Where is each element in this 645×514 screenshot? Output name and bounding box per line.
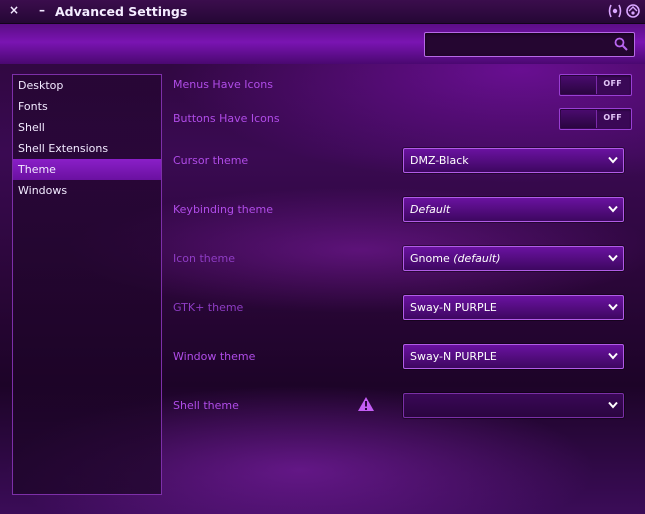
cursor-theme-combo[interactable]: DMZ-Black — [403, 148, 624, 173]
window-theme-label: Window theme — [173, 350, 256, 363]
minimize-button[interactable]: – — [33, 3, 51, 17]
cursor-theme-label: Cursor theme — [173, 154, 249, 167]
sidebar-item-windows[interactable]: Windows — [13, 180, 161, 201]
close-button[interactable]: × — [5, 3, 23, 17]
gtk-theme-label: GTK+ theme — [173, 301, 244, 314]
warning-icon — [358, 397, 374, 411]
combo-value: Default — [410, 203, 450, 216]
buttons-have-icons-label: Buttons Have Icons — [173, 112, 280, 125]
search-icon[interactable] — [614, 37, 628, 51]
combo-value: DMZ-Black — [410, 154, 469, 167]
chevron-down-icon — [608, 254, 618, 262]
window-title: Advanced Settings — [55, 4, 188, 19]
switch-state-label: OFF — [603, 113, 622, 122]
chevron-down-icon — [608, 205, 618, 213]
combo-value: Sway-N PURPLE — [410, 301, 497, 314]
switch-state-label: OFF — [603, 79, 622, 88]
combo-value: Sway-N PURPLE — [410, 350, 497, 363]
icon-theme-combo[interactable]: Gnome (default) — [403, 246, 624, 271]
title-bar: × – Advanced Settings — [0, 0, 645, 24]
sidebar-item-shell-extensions[interactable]: Shell Extensions — [13, 138, 161, 159]
combo-value-suffix: (default) — [453, 252, 501, 265]
sidebar-item-theme[interactable]: Theme — [13, 159, 161, 180]
gtk-theme-combo[interactable]: Sway-N PURPLE — [403, 295, 624, 320]
chevron-down-icon — [608, 352, 618, 360]
chevron-down-icon — [608, 156, 618, 164]
search-input[interactable] — [424, 32, 635, 57]
shell-theme-combo[interactable] — [403, 393, 624, 418]
indicator-icon[interactable] — [607, 2, 623, 20]
sidebar: Desktop Fonts Shell Shell Extensions The… — [12, 74, 162, 495]
menus-have-icons-label: Menus Have Icons — [173, 78, 273, 91]
sidebar-item-fonts[interactable]: Fonts — [13, 96, 161, 117]
network-icon[interactable] — [625, 2, 641, 20]
combo-value: Gnome (default) — [410, 252, 501, 265]
buttons-have-icons-switch[interactable]: OFF — [559, 108, 632, 130]
keybinding-theme-label: Keybinding theme — [173, 203, 273, 216]
chevron-down-icon — [608, 401, 618, 409]
advanced-settings-window: × – Advanced Settings Desktop Fonts Shel… — [0, 0, 645, 514]
switch-knob — [561, 110, 597, 128]
sidebar-item-shell[interactable]: Shell — [13, 117, 161, 138]
combo-value-main: Gnome — [410, 252, 450, 265]
menus-have-icons-switch[interactable]: OFF — [559, 74, 632, 96]
sidebar-item-desktop[interactable]: Desktop — [13, 75, 161, 96]
keybinding-theme-combo[interactable]: Default — [403, 197, 624, 222]
switch-knob — [561, 76, 597, 94]
shell-theme-label: Shell theme — [173, 399, 239, 412]
window-theme-combo[interactable]: Sway-N PURPLE — [403, 344, 624, 369]
combo-value-italic: Default — [410, 203, 451, 216]
icon-theme-label: Icon theme — [173, 252, 236, 265]
chevron-down-icon — [608, 303, 618, 311]
